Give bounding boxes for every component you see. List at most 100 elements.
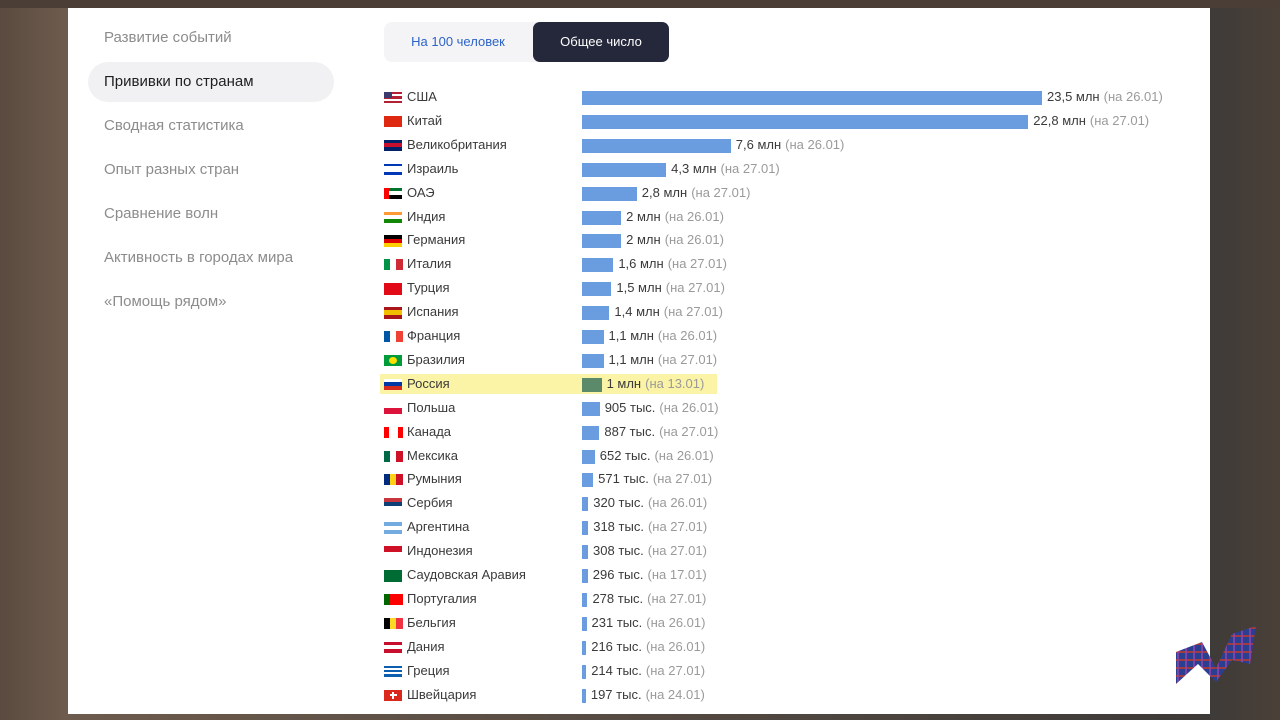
value-label: 4,3 млн (на 27.01) — [671, 158, 780, 180]
background-strip — [0, 0, 1280, 8]
value-label: 278 тыс. (на 27.01) — [592, 588, 706, 610]
country-label: Германия — [407, 232, 466, 248]
bar — [582, 616, 587, 631]
bar — [582, 306, 610, 321]
value-label: 571 тыс. (на 27.01) — [598, 468, 712, 490]
country-label: Португалия — [407, 590, 477, 606]
chart-row: Италия 1,6 млн (на 27.01) — [380, 253, 1200, 275]
flag-icon — [384, 163, 402, 176]
flag-icon — [384, 665, 402, 678]
flag-icon — [384, 259, 403, 271]
chart-row: Дания 216 тыс. (на 26.01) — [380, 636, 1200, 658]
flag-icon — [384, 354, 402, 367]
bar — [582, 569, 588, 583]
value-date: (на 27.01) — [691, 184, 751, 200]
value-date: (на 17.01) — [647, 567, 707, 582]
country-label: Бельгия — [407, 614, 456, 630]
flag-icon — [384, 641, 402, 654]
value-number: 2 млн — [626, 208, 661, 224]
value-number: 216 тыс. — [591, 638, 642, 654]
country-label: Италия — [407, 256, 452, 272]
value-date: (на 27.01) — [652, 471, 713, 487]
value-number: 197 тыс. — [590, 686, 642, 702]
sidebar: Развитие событий Прививки по странам Сводн… — [88, 18, 338, 326]
tab-total[interactable]: Общее число — [533, 22, 669, 62]
flag-icon — [384, 92, 402, 104]
country-label: Канада — [407, 423, 452, 439]
value-date: (на 26.01) — [1103, 89, 1163, 104]
chart-row: Румыния 571 тыс. (на 27.01) — [380, 468, 1200, 490]
sidebar-item-4[interactable]: Сравнение волн — [88, 194, 338, 234]
bar — [582, 640, 587, 655]
sidebar-item-0[interactable]: Развитие событий — [88, 18, 338, 58]
bar — [582, 521, 589, 536]
value-number: 296 тыс. — [592, 567, 644, 582]
chart-row: Россия 1 млн (на 13.01) — [380, 373, 1200, 395]
value-label: 320 тыс. (на 26.01) — [593, 492, 707, 514]
bar — [582, 497, 589, 512]
value-number: 887 тыс. — [604, 423, 656, 439]
value-number: 1,4 млн — [614, 304, 660, 320]
value-label: 22,8 млн (на 27.01) — [1033, 110, 1149, 132]
sidebar-item-6[interactable]: «Помощь рядом» — [88, 282, 338, 322]
value-number: 1,1 млн — [608, 328, 654, 343]
chart-row: Бразилия 1,1 млн (на 27.01) — [380, 349, 1200, 371]
flag-icon — [384, 115, 402, 128]
flag-icon — [384, 283, 402, 295]
bar — [582, 425, 600, 440]
country-label: Греция — [407, 662, 450, 678]
chart-row: Канада 887 тыс. (на 27.01) — [380, 421, 1200, 443]
chart-row: США 23,5 млн (на 26.01) — [380, 86, 1200, 108]
bar — [582, 353, 604, 368]
value-number: 1 млн — [606, 375, 642, 391]
value-date: (на 24.01) — [645, 686, 705, 702]
vaccination-bar-chart: США 23,5 млн (на 26.01) Китай 22,8 млн (на 27… — [380, 86, 1200, 710]
value-number: 2 млн — [626, 232, 661, 248]
value-label: 1,1 млн (на 26.01) — [609, 325, 718, 347]
value-number: 4,3 млн — [671, 160, 717, 176]
value-date: (на 26.01) — [654, 447, 714, 463]
sidebar-item-1[interactable]: Прививки по странам — [88, 62, 334, 102]
flag-icon — [384, 570, 402, 582]
value-number: 320 тыс. — [593, 495, 644, 511]
sidebar-item-3[interactable]: Опыт разных стран — [88, 150, 338, 190]
flag-icon — [384, 139, 402, 152]
value-date: (на 26.01) — [664, 208, 724, 224]
flag-icon — [384, 522, 402, 534]
bar — [582, 473, 594, 488]
value-date: (на 26.01) — [646, 614, 706, 630]
flag-icon — [384, 450, 403, 462]
value-label: 318 тыс. (на 27.01) — [593, 516, 707, 538]
value-date: (на 27.01) — [1089, 112, 1150, 128]
value-date: (на 27.01) — [647, 590, 707, 606]
value-label: 1,1 млн (на 27.01) — [609, 349, 718, 371]
value-date: (на 27.01) — [657, 351, 718, 367]
value-label: 652 тыс. (на 26.01) — [600, 445, 714, 467]
value-number: 1,1 млн — [608, 351, 654, 367]
bar — [582, 138, 731, 153]
tab-switcher: На 100 человек Общее число — [384, 22, 669, 62]
value-label: 2 млн (на 26.01) — [626, 229, 724, 251]
flag-icon — [384, 307, 402, 319]
value-number: 2,8 млн — [641, 184, 688, 200]
value-number: 231 тыс. — [591, 614, 643, 630]
country-label: Великобритания — [407, 136, 507, 152]
value-number: 318 тыс. — [593, 519, 644, 535]
country-label: Китай — [407, 112, 443, 128]
sidebar-item-2[interactable]: Сводная статистика — [88, 106, 338, 146]
country-label: Бразилия — [407, 351, 465, 367]
value-date: (на 26.01) — [664, 232, 724, 248]
bar — [582, 114, 1029, 129]
value-number: 652 тыс. — [599, 447, 651, 463]
tab-per-100[interactable]: На 100 человек — [384, 22, 532, 62]
value-label: 1,5 млн (на 27.01) — [616, 277, 725, 299]
flag-icon — [384, 474, 403, 486]
country-label: США — [407, 89, 437, 104]
bar — [582, 186, 637, 201]
chart-row: Индия 2 млн (на 26.01) — [380, 206, 1200, 228]
country-label: Дания — [407, 638, 445, 654]
country-label: Саудовская Аравия — [407, 567, 526, 582]
sidebar-item-5[interactable]: Активность в городах мира — [88, 238, 338, 278]
chart-row: Израиль 4,3 млн (на 27.01) — [380, 158, 1200, 180]
value-label: 197 тыс. (на 24.01) — [591, 684, 705, 706]
